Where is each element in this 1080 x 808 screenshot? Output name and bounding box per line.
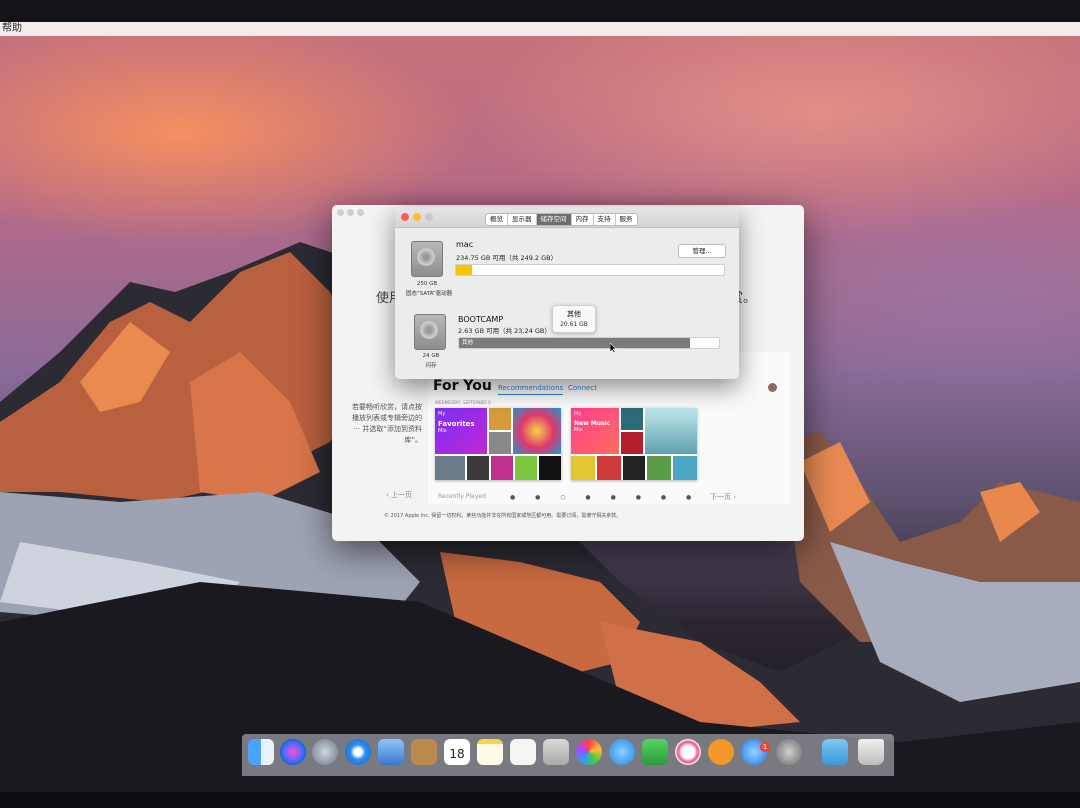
page-dots[interactable]: ● ● ○ ● ● ● ● ● [510,494,700,501]
disk-capacity: 24 GB [422,353,440,359]
tab-displays[interactable]: 显示器 [508,214,537,225]
disk-capacity: 250 GB [416,281,438,287]
tooltip: 其他 20.61 GB [552,305,596,333]
album-art [623,456,645,480]
prev-button[interactable]: ‹ 上一页 [386,490,412,500]
album-art [539,456,561,480]
album-art [571,456,595,480]
next-button[interactable]: 下一页 › [710,492,736,502]
tab-recommendations[interactable]: Recommendations [498,384,564,395]
disk-available: 2.63 GB 可用（共 23.24 GB） [458,327,551,335]
title-bar: 概览 显示器 储存空间 内存 支持 服务 [395,207,739,228]
tab-connect[interactable]: Connect [568,384,597,392]
next-label: 下一页 [710,493,731,501]
photos-icon[interactable] [576,739,602,765]
mix-line-3: Mix [438,428,447,434]
zoom-icon[interactable] [357,209,364,216]
bar-segment-label: 其他 [462,340,474,346]
messages-icon[interactable] [609,739,635,765]
album-art [621,432,643,454]
tab-overview[interactable]: 概览 [486,214,508,225]
album-art [515,456,537,480]
menu-item-help[interactable]: 帮助 [0,23,22,34]
reminders-icon[interactable] [510,739,536,765]
album-art [467,456,489,480]
close-icon[interactable] [337,209,344,216]
zoom-button[interactable] [425,213,433,221]
album-art [621,408,643,430]
tab-storage[interactable]: 储存空间 [536,214,572,225]
mix-cover: My New Music Mix [571,408,619,454]
launchpad-icon[interactable] [312,739,338,765]
album-art [513,408,561,454]
disk-name: BOOTCAMP [458,315,504,324]
close-button[interactable] [401,213,409,221]
copyright-text: © 2017 Apple Inc. 保留一切权利。某些功能并非在所有国家或地区都… [384,513,622,519]
preview-icon[interactable] [378,739,404,765]
album-art [647,456,671,480]
notification-badge: 1 [760,742,770,752]
album-art [491,456,513,480]
menu-bar: 帮助 [0,22,1080,36]
new-music-mix-card[interactable]: My New Music Mix [571,408,697,480]
system-preferences-icon[interactable] [776,739,802,765]
facetime-icon[interactable] [642,739,668,765]
prev-label: 上一页 [391,491,413,499]
avatar[interactable] [768,383,777,392]
monitor-bezel-top [0,0,1080,22]
tab-memory[interactable]: 内存 [572,214,594,225]
album-art [645,408,697,454]
mix-line-1: My [438,411,446,417]
tab-service[interactable]: 服务 [616,214,637,225]
mix-line-2: New Music [574,420,611,427]
album-art [597,456,621,480]
album-art [489,408,511,430]
tooltip-value: 20.61 GB [560,321,588,328]
for-you-title: For You [433,378,492,394]
favorites-mix-card[interactable]: My Favorites Mix [435,408,561,480]
mix-line-1: My [574,411,582,417]
album-art [673,456,697,480]
notes-icon[interactable] [477,739,503,765]
trash-icon[interactable] [858,739,884,765]
storage-bar-fill [459,338,690,348]
siri-icon[interactable] [280,739,306,765]
hard-drive-icon [411,241,443,277]
minimize-icon[interactable] [347,209,354,216]
folder-icon[interactable] [822,739,848,765]
album-art [435,456,465,480]
mix-line-2: Favorites [438,420,475,428]
safari-icon[interactable] [345,739,371,765]
disk-available: 234.75 GB 可用（共 249.2 GB） [456,254,558,262]
album-art [489,432,511,454]
stickies-icon[interactable] [543,739,569,765]
hard-drive-icon [414,314,446,350]
mouse-cursor-icon [610,343,617,353]
disk-type: 闪存 [425,363,437,369]
storage-bar[interactable]: 其他 [458,337,720,349]
tab-bar: 概览 显示器 储存空间 内存 支持 服务 [485,213,638,226]
recently-played-label: Recently Played [438,493,486,500]
itunes-icon[interactable] [675,739,701,765]
disk-name: mac [456,240,474,249]
tooltip-title: 其他 [567,310,581,318]
minimize-button[interactable] [413,213,421,221]
storage-bar-fill [456,265,472,275]
calendar-icon[interactable]: 18 [444,739,470,765]
manage-button[interactable]: 管理... [678,244,726,258]
storage-bar [455,264,725,276]
mix-cover: My Favorites Mix [435,408,487,454]
mix-line-3: Mix [574,427,583,433]
tab-support[interactable]: 支持 [594,214,616,225]
finder-icon[interactable] [248,739,274,765]
help-text: 若要畅听欣赏，请点按播放列表或专辑旁边的 ··· 并选取“添加到资料库”。 [352,403,422,444]
monitor-bezel-bottom [0,792,1080,808]
date-label: WEDNESDAY, SEPTEMBER 6 [435,400,491,405]
ibooks-icon[interactable] [708,739,734,765]
notes-book-icon[interactable] [411,739,437,765]
disk-type: 固态“SATA”驱动器 [405,291,453,297]
